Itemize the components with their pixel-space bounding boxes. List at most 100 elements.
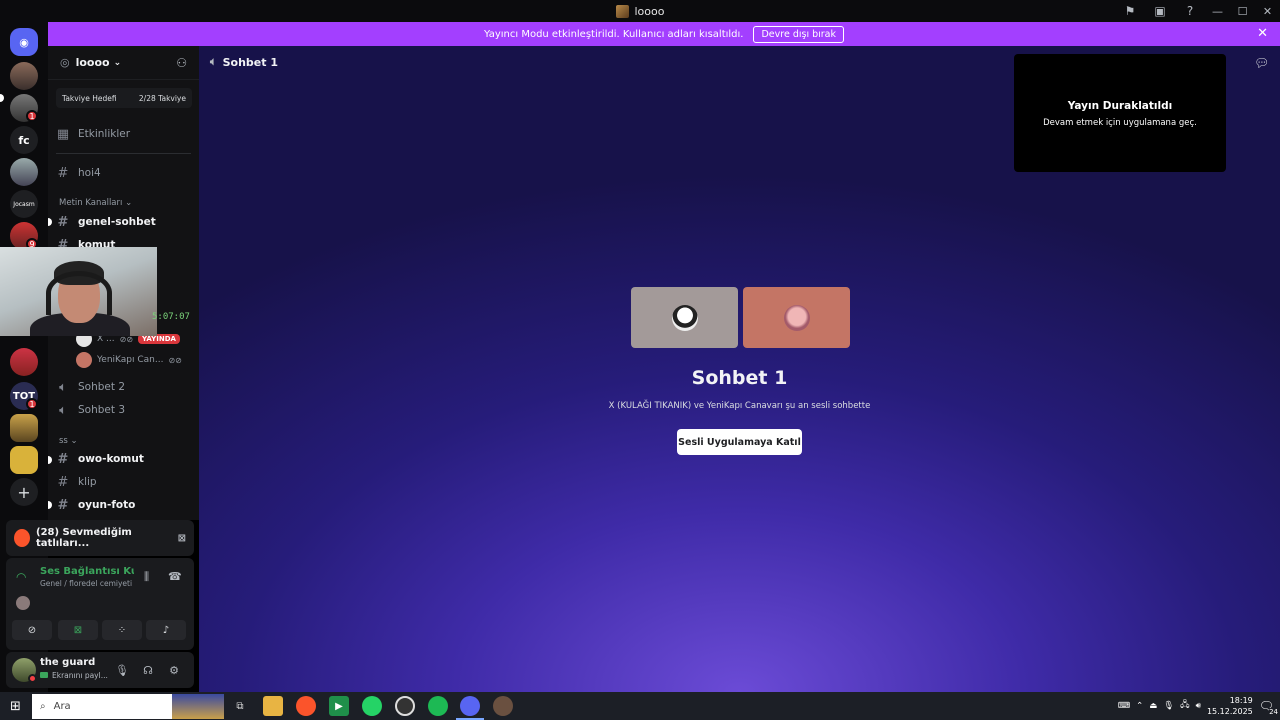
server-icon[interactable] xyxy=(10,348,38,376)
clock[interactable]: 18:19 15.12.2025 xyxy=(1207,695,1253,717)
voice-channel-sohbet-2[interactable]: 🔈︎ Sohbet 2 xyxy=(56,377,196,397)
participant-tile[interactable] xyxy=(631,287,738,348)
category-text-channels[interactable]: Metin Kanalları ⌄ xyxy=(59,198,132,208)
game-app-icon[interactable] xyxy=(493,696,513,716)
spotify-icon[interactable] xyxy=(428,696,448,716)
channel-genel-sohbet[interactable]: # genel-sohbet xyxy=(56,212,196,232)
join-voice-button[interactable]: Sesli Uygulamaya Katıl xyxy=(677,429,802,455)
windows-start-icon[interactable]: ⊞ xyxy=(10,699,21,714)
channel-label: Sohbet 2 xyxy=(78,381,126,393)
server-icon[interactable] xyxy=(10,446,38,474)
server-icon[interactable] xyxy=(10,62,38,90)
app-icon xyxy=(615,4,629,18)
voice-channel-main: 🔈︎ Sohbet 1 💬︎ Yayın Duraklatıldı Devam … xyxy=(199,46,1280,692)
close-icon[interactable]: ✕ xyxy=(1257,26,1268,41)
voice-status[interactable]: Ses Bağlantısı Kuruldu xyxy=(40,566,134,577)
headphones-icon xyxy=(46,271,112,315)
paused-subtitle: Devam etmek için uygulamana geç. xyxy=(1043,118,1197,128)
disconnect-icon[interactable]: ☎ xyxy=(168,570,182,583)
whatsapp-icon[interactable] xyxy=(362,696,382,716)
server-icon[interactable] xyxy=(10,158,38,186)
voice-connection-panel: ◠ Ses Bağlantısı Kuruldu Genel / florede… xyxy=(6,558,194,650)
channel-label: owo-komut xyxy=(78,453,144,465)
keyboard-icon[interactable]: ⌨ xyxy=(1118,701,1130,711)
taskbar: ⊞ ⌕ Ara ⧉ ▶ ⌨ ⌃ ⏏ 🎙︎ 🖧︎ 🔊︎ 18:19 15.12.2… xyxy=(0,692,1280,720)
microphone-icon[interactable]: 🎙︎ xyxy=(112,660,132,680)
chat-icon[interactable]: 💬︎ xyxy=(1254,56,1269,70)
channel-label: oyun-foto xyxy=(78,499,136,511)
inbox-icon[interactable]: ▣ xyxy=(1145,0,1175,22)
search-box[interactable]: ⌕ Ara xyxy=(32,694,224,719)
brave-browser-icon[interactable] xyxy=(296,696,316,716)
invite-user-icon[interactable]: ⚇ xyxy=(176,56,187,70)
server-icon[interactable] xyxy=(10,414,38,442)
stream-paused-popup[interactable]: Yayın Duraklatıldı Devam etmek için uygu… xyxy=(1014,54,1226,172)
channel-header: 🔈︎ Sohbet 1 xyxy=(210,55,278,69)
chevron-up-icon[interactable]: ⌃ xyxy=(1136,701,1143,711)
camera-off-button[interactable]: ⊘ xyxy=(12,620,52,640)
notifications-icon[interactable]: 🗨︎ 24 xyxy=(1259,699,1278,716)
task-view-icon[interactable]: ⧉ xyxy=(230,696,250,716)
search-icon: ⌕ xyxy=(40,701,46,712)
microphone-tray-icon[interactable]: 🎙︎ xyxy=(1163,701,1174,711)
participant-tile[interactable] xyxy=(743,287,850,348)
play-store-icon[interactable]: ▶ xyxy=(329,696,349,716)
soundboard-button[interactable]: ♪ xyxy=(146,620,186,640)
channel-oyun-foto[interactable]: # oyun-foto xyxy=(56,495,196,515)
minimize-button[interactable]: — xyxy=(1205,0,1230,22)
hash-icon: # xyxy=(57,165,69,181)
voice-channel-subtitle: X (KULAĞI TIKANIK) ve YeniKapı Canavarı … xyxy=(608,401,871,411)
share-screen-button[interactable]: ⊠ xyxy=(58,620,98,640)
discord-taskbar-icon[interactable] xyxy=(460,696,480,716)
activity-text: (28) Sevmediğim tatlıları... xyxy=(36,527,132,549)
obs-icon[interactable] xyxy=(395,696,415,716)
file-explorer-icon[interactable] xyxy=(263,696,283,716)
window-title: loooo xyxy=(634,4,665,18)
settings-gear-icon[interactable]: ⚙ xyxy=(164,660,184,680)
date: 15.12.2025 xyxy=(1206,707,1253,716)
volume-icon[interactable]: 🔊︎ xyxy=(1196,701,1201,711)
voice-user[interactable]: YeniKapı Can... ⊘⊘ xyxy=(76,351,182,369)
speaker-icon: 🔈︎ xyxy=(210,55,217,68)
time: 18:19 xyxy=(1229,696,1253,705)
channel-klip[interactable]: # klip xyxy=(56,472,196,492)
server-header[interactable]: ◎ loooo ⌄ ⚇ xyxy=(48,46,199,80)
divider xyxy=(56,153,191,154)
boost-goal[interactable]: Takviye Hedefi 2/28 Takviye xyxy=(56,88,192,108)
hash-icon: # xyxy=(57,214,69,230)
voice-location[interactable]: Genel / floredel cemiyeti xyxy=(40,579,132,588)
category-ss[interactable]: ss ⌄ xyxy=(59,436,78,446)
activity-panel[interactable]: (28) Sevmediğim tatlıları... ⊠ xyxy=(6,520,194,556)
server-icon[interactable]: Jocasm xyxy=(10,190,38,218)
flag-icon[interactable]: ⚑ xyxy=(1115,0,1145,22)
channel-owo-komut[interactable]: # owo-komut xyxy=(56,449,196,469)
maximize-button[interactable]: ☐ xyxy=(1230,0,1255,22)
stop-stream-icon[interactable]: ⊠ xyxy=(178,533,186,544)
events-label: Etkinlikler xyxy=(78,128,131,140)
events-item[interactable]: ▦ Etkinlikler xyxy=(56,124,196,144)
user-name[interactable]: the guard xyxy=(40,657,95,668)
disable-streamer-mode-button[interactable]: Devre dışı bırak xyxy=(753,25,845,43)
window-title-group: loooo xyxy=(0,0,1280,22)
discord-home-icon[interactable]: ◉ xyxy=(10,28,38,56)
network-icon[interactable]: 🖧︎ xyxy=(1180,699,1189,713)
boost-goal-progress: 2/28 Takviye xyxy=(138,93,186,103)
unread-indicator xyxy=(48,501,52,509)
voice-channel-sohbet-3[interactable]: 🔈︎ Sohbet 3 xyxy=(56,400,196,420)
brave-icon xyxy=(14,529,31,547)
headphones-icon[interactable]: ☊ xyxy=(138,660,158,680)
server-status-icon: ◎ xyxy=(60,56,70,69)
channel-label: klip xyxy=(78,476,97,488)
noise-suppression-icon[interactable]: ⫼ xyxy=(144,570,149,584)
usb-icon[interactable]: ⏏ xyxy=(1149,701,1157,711)
screen-share-icon xyxy=(40,672,48,678)
channel-hoi4[interactable]: # hoi4 xyxy=(56,163,196,183)
help-icon[interactable]: ? xyxy=(1175,0,1205,22)
voice-user-name: YeniKapı Can... xyxy=(97,355,164,365)
signal-icon: ◠ xyxy=(16,570,27,584)
close-window-button[interactable]: ✕ xyxy=(1255,0,1280,22)
add-server-icon[interactable]: + xyxy=(10,478,38,506)
server-icon-fc[interactable]: fc xyxy=(10,126,38,154)
activities-button[interactable]: ⁘ xyxy=(102,620,142,640)
unread-indicator xyxy=(48,218,52,226)
